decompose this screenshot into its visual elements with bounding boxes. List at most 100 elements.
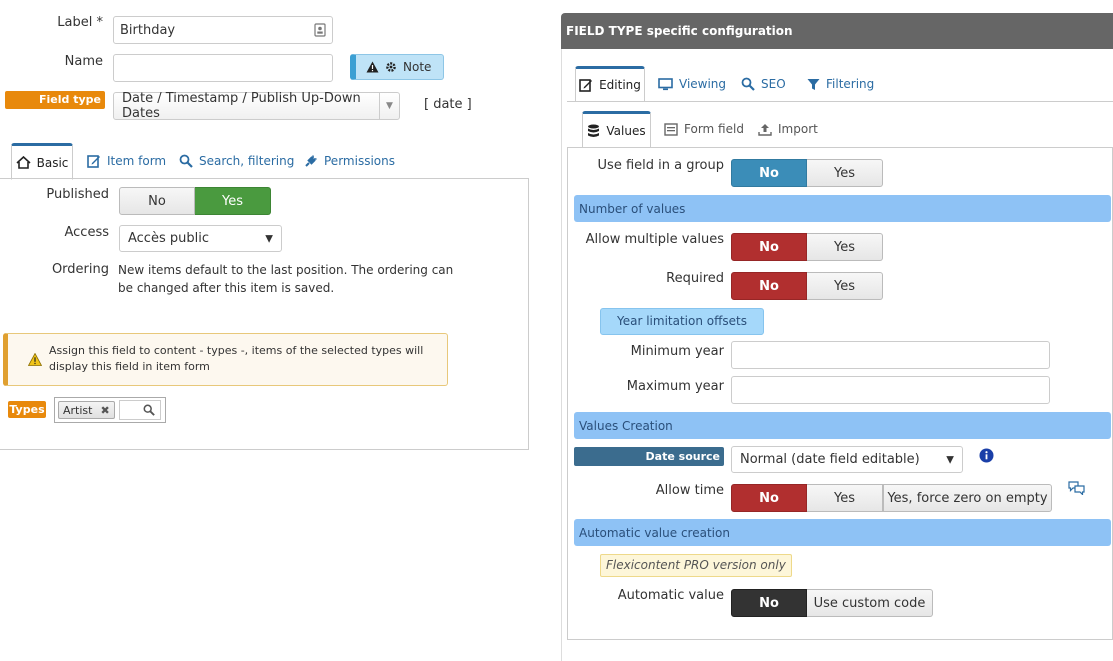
caret-down-icon: ▼ [265,233,273,244]
tab-viewing-label: Viewing [679,77,727,91]
upload-icon [758,123,772,136]
published-toggle: No Yes [119,187,271,215]
allow-time-no-button[interactable]: No [731,484,807,512]
name-field-label: Name [64,54,103,69]
note-button[interactable]: Note [350,54,444,80]
tab-filtering[interactable]: Filtering [807,74,874,94]
allow-time-toggle: No Yes Yes, force zero on empty [731,484,1052,512]
allow-time-yes-button[interactable]: Yes [807,484,883,512]
tab-search-filtering[interactable]: Search, filtering [179,151,294,171]
tab-form-field-label: Form field [684,122,744,136]
types-multiselect[interactable]: Artist ✖ [54,397,166,423]
allow-multiple-label: Allow multiple values [585,232,724,247]
use-group-yes-button[interactable]: Yes [807,159,883,187]
allow-time-label: Allow time [655,483,724,498]
tab-seo-label: SEO [761,77,786,91]
max-year-input[interactable] [731,376,1050,404]
tab-item-form[interactable]: Item form [87,151,166,171]
tab-item-form-label: Item form [107,154,167,168]
right-panel-border [561,49,562,661]
tab-basic-label: Basic [36,155,69,170]
section-values-creation: Values Creation [574,412,1111,439]
ordering-label: Ordering [51,262,109,277]
field-type-config-header: FIELD TYPE specific configuration [561,13,1113,49]
date-source-select[interactable]: Normal (date field editable) ▼ [731,446,963,473]
tab-seo[interactable]: SEO [741,74,786,94]
ordering-text: New items default to the last position. … [118,263,454,295]
tab-filtering-label: Filtering [826,77,875,91]
tab-editing-label: Editing [599,78,641,92]
tab-permissions[interactable]: Permissions [304,151,395,171]
tab-import-label: Import [778,122,818,136]
note-label: Note [403,60,432,74]
warning-triangle-icon [28,353,42,366]
use-group-toggle: No Yes [731,159,883,187]
date-source-value: Normal (date field editable) [740,452,920,467]
field-type-value: Date / Timestamp / Publish Up-Down Dates [122,91,361,121]
allow-multiple-yes-button[interactable]: Yes [807,233,883,261]
types-tag-label: Artist [63,403,93,417]
tab-viewing[interactable]: Viewing [658,74,726,94]
name-input[interactable] [113,54,333,82]
types-badge: Types [8,401,46,418]
label-input-value: Birthday [120,22,176,38]
assign-warning-box: Assign this field to content - types -, … [3,333,448,386]
edit-icon [579,78,593,92]
label-input[interactable]: Birthday [113,16,333,44]
types-tag: Artist ✖ [58,401,115,419]
caret-down-icon: ▼ [946,454,954,465]
allow-time-force-zero-button[interactable]: Yes, force zero on empty [883,484,1052,512]
access-select[interactable]: Accès public ▼ [119,225,282,252]
use-group-label: Use field in a group [597,158,724,173]
section-number-of-values: Number of values [574,195,1111,222]
required-yes-button[interactable]: Yes [807,272,883,300]
types-search-input[interactable] [119,400,161,420]
use-group-no-button[interactable]: No [731,159,807,187]
edit-icon [87,154,101,168]
automatic-value-no-button[interactable]: No [731,589,807,617]
label-field-label: Label * [57,15,103,30]
automatic-value-custom-code-button[interactable]: Use custom code [807,589,933,617]
date-source-badge: Date source [574,447,724,466]
contact-card-icon[interactable] [314,23,326,37]
assign-warning-text: Assign this field to content - types -, … [49,344,424,373]
allow-multiple-toggle: No Yes [731,233,883,261]
min-year-label: Minimum year [630,344,724,359]
required-toggle: No Yes [731,272,883,300]
plug-icon [304,154,318,168]
remove-tag-icon[interactable]: ✖ [100,404,109,417]
search-icon [179,154,193,168]
automatic-value-label: Automatic value [617,588,724,603]
tab-permissions-label: Permissions [324,154,395,168]
tab-import[interactable]: Import [758,119,818,139]
automatic-value-toggle: No Use custom code [731,589,933,617]
tab-editing[interactable]: Editing [575,66,645,102]
allow-multiple-no-button[interactable]: No [731,233,807,261]
database-icon [587,124,600,138]
tab-values-label: Values [606,123,646,138]
comments-icon[interactable] [1068,481,1085,495]
year-limitation-label: Year limitation offsets [600,308,764,335]
published-no-button[interactable]: No [119,187,195,215]
dropdown-arrow-icon: ▼ [379,93,399,119]
search-icon [143,404,155,416]
pro-version-note: Flexicontent PRO version only [600,554,792,577]
required-label: Required [666,271,724,286]
filter-icon [807,78,820,91]
main-tabs-baseline [567,101,1113,102]
info-icon[interactable] [979,448,994,463]
field-type-select[interactable]: Date / Timestamp / Publish Up-Down Dates… [113,91,400,121]
tab-form-field[interactable]: Form field [664,119,744,139]
search-icon [741,77,755,91]
access-value: Accès public [128,231,209,246]
tab-basic[interactable]: Basic [11,143,73,180]
required-no-button[interactable]: No [731,272,807,300]
tab-values[interactable]: Values [582,111,651,148]
warning-icon [366,61,379,73]
section-automatic-value-creation: Automatic value creation [574,519,1111,546]
min-year-input[interactable] [731,341,1050,369]
published-yes-button[interactable]: Yes [195,187,271,215]
access-label: Access [64,225,109,240]
monitor-icon [658,77,673,91]
max-year-label: Maximum year [626,379,724,394]
